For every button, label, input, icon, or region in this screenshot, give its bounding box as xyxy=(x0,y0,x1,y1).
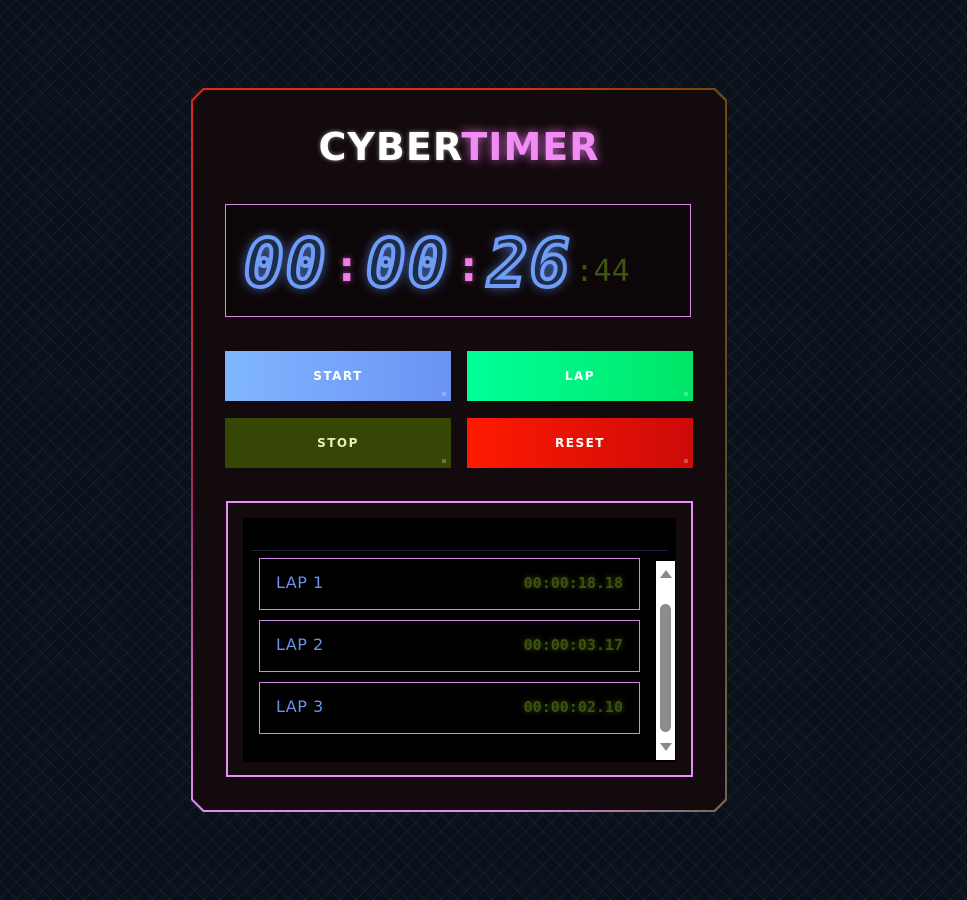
lap-button-label: LAP xyxy=(564,369,596,383)
triangle-up-icon[interactable] xyxy=(660,570,672,578)
scrollbar-thumb[interactable] xyxy=(660,604,671,732)
minutes-value: 00 xyxy=(364,224,450,304)
time-digits: 00 : 00 : 26 :44 xyxy=(242,222,630,304)
corner-dot-icon xyxy=(684,459,688,463)
laps-list[interactable]: LAP 1 00:00:18.18 LAP 2 00:00:03.17 LAP … xyxy=(243,554,676,762)
lap-time: 00:00:03.17 xyxy=(523,636,623,654)
app-title: CYBERTIMER xyxy=(191,124,727,170)
stop-button[interactable]: STOP xyxy=(225,418,451,468)
lap-label: LAP 1 xyxy=(276,573,324,592)
lap-time: 00:00:02.10 xyxy=(523,698,623,716)
list-item: LAP 1 00:00:18.18 xyxy=(259,558,640,610)
start-button-label: START xyxy=(313,369,363,383)
time-separator: : xyxy=(333,241,360,292)
laps-header-divider xyxy=(251,550,668,551)
reset-button[interactable]: RESET xyxy=(467,418,693,468)
time-separator: : xyxy=(455,241,482,292)
corner-dot-icon xyxy=(442,392,446,396)
corner-dot-icon xyxy=(684,392,688,396)
start-button[interactable]: START xyxy=(225,351,451,401)
lap-time: 00:00:18.18 xyxy=(523,574,623,592)
reset-button-label: RESET xyxy=(555,436,605,450)
lap-label: LAP 2 xyxy=(276,635,324,654)
hours-value: 00 xyxy=(242,224,328,304)
stop-button-label: STOP xyxy=(317,436,359,450)
app-title-part1: CYBER xyxy=(318,125,462,169)
laps-scrollbar[interactable] xyxy=(656,561,675,760)
lap-label: LAP 3 xyxy=(276,697,324,716)
laps-header xyxy=(243,518,676,554)
centiseconds-value: :44 xyxy=(575,254,630,289)
lap-button[interactable]: LAP xyxy=(467,351,693,401)
seconds-value: 26 xyxy=(486,224,572,304)
list-item: LAP 2 00:00:03.17 xyxy=(259,620,640,672)
list-item: LAP 3 00:00:02.10 xyxy=(259,682,640,734)
corner-dot-icon xyxy=(442,459,446,463)
triangle-down-icon[interactable] xyxy=(660,743,672,751)
app-title-part2: TIMER xyxy=(461,125,600,169)
